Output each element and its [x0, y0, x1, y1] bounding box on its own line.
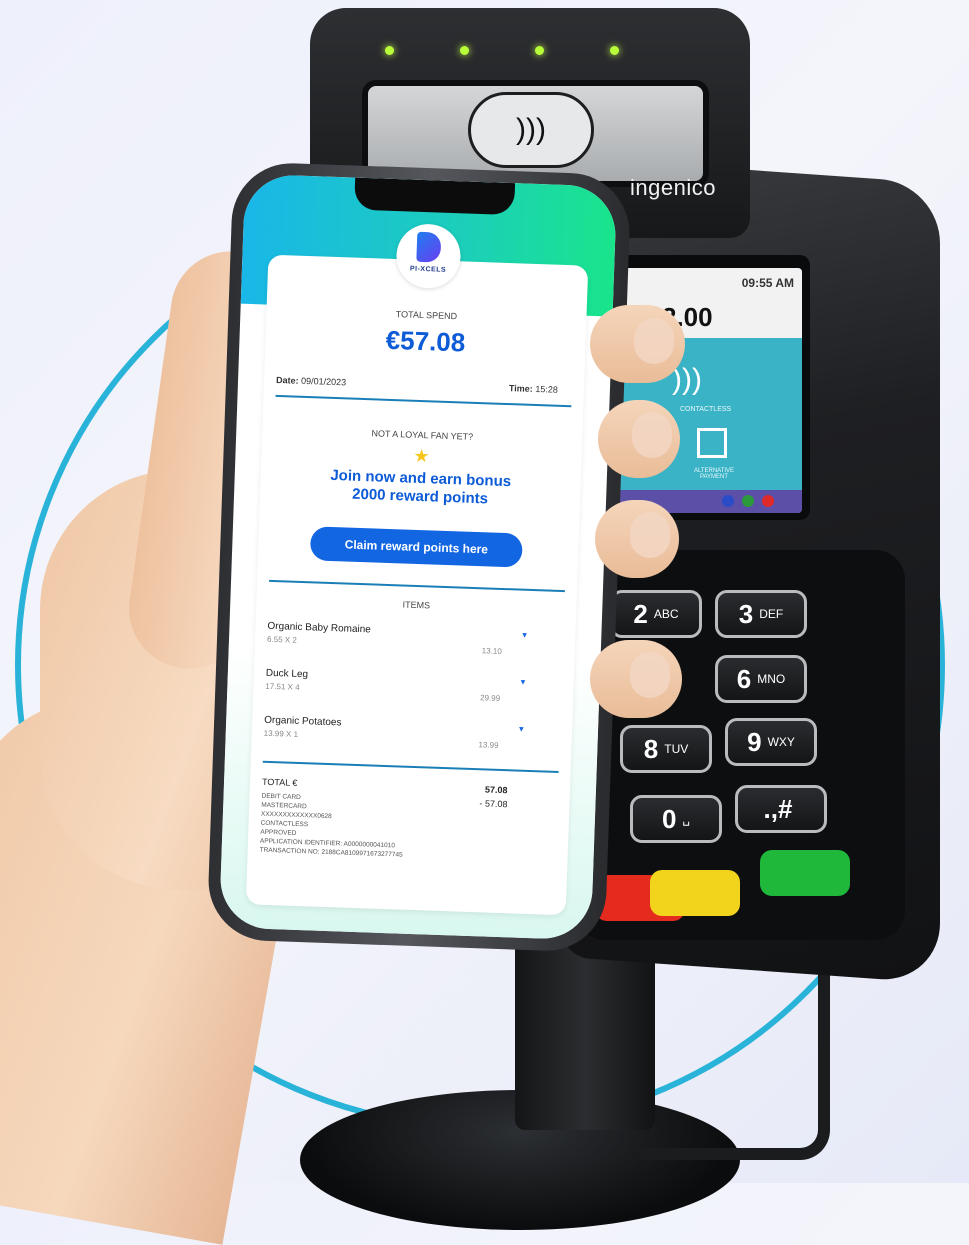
total-value: 57.08	[484, 784, 508, 796]
fingernail	[634, 318, 674, 364]
terminal-keypad: 2 ABC 3 DEF 6 MNO 8 TUV 9 WXY 0 ␣ .,#	[575, 550, 905, 940]
key-0[interactable]: 0 ␣	[630, 795, 722, 843]
item-name: Organic Potatoes	[264, 714, 342, 729]
screen-contactless-label: CONTACTLESS	[680, 406, 732, 413]
key-symbols[interactable]: .,#	[735, 785, 827, 833]
pi-xcels-logo-icon	[416, 231, 442, 263]
clear-key[interactable]	[650, 870, 740, 916]
key-6[interactable]: 6 MNO	[715, 655, 807, 703]
status-led	[610, 46, 619, 55]
item-name: Organic Baby Romaine	[267, 620, 372, 636]
brand-logo-text: PI-XCELS	[409, 265, 447, 274]
status-led	[385, 46, 394, 55]
status-led	[535, 46, 544, 55]
flag-icon	[722, 495, 734, 507]
claim-reward-button[interactable]: Claim reward points here	[309, 526, 523, 568]
item-quantity: 13.99 X 1	[263, 728, 299, 739]
total-label: TOTAL €	[261, 776, 298, 788]
key-8[interactable]: 8 TUV	[620, 725, 712, 773]
item-total: 29.99	[479, 693, 501, 703]
item-quantity: 6.55 X 2	[266, 634, 297, 645]
smartphone-screen: PI-XCELS TOTAL SPEND €57.08 Date: 09/01/…	[218, 173, 618, 941]
screen-time: 09:55 AM	[741, 276, 794, 290]
list-item[interactable]: Organic Potatoes 13.99 X 1 13.99 ▾	[263, 715, 560, 765]
screen-alternative-payment-label: ALTERNATIVE PAYMENT	[693, 468, 735, 480]
receipt-date: Date: 09/01/2023	[275, 374, 347, 388]
key-3[interactable]: 3 DEF	[715, 590, 807, 638]
items-heading: ITEMS	[402, 599, 431, 611]
flag-icon	[762, 495, 774, 507]
payment-details: DEBIT CARD MASTERCARD XXXXXXXXXXXXX0628 …	[260, 792, 482, 863]
item-total: 13.99	[478, 740, 499, 750]
payment-amount: - 57.08	[479, 798, 508, 810]
item-quantity: 17.51 X 4	[265, 681, 300, 692]
receipt-time: Time: 15:28	[508, 383, 558, 395]
key-2[interactable]: 2 ABC	[610, 590, 702, 638]
total-spend-amount: €57.08	[385, 324, 466, 358]
key-9[interactable]: 9 WXY	[725, 718, 817, 766]
list-item[interactable]: Duck Leg 17.51 X 4 29.99 ▾	[265, 668, 562, 718]
chevron-down-icon[interactable]: ▾	[521, 677, 526, 688]
fingernail	[630, 512, 670, 558]
enter-key[interactable]	[760, 850, 850, 896]
terminal-brand-logo: ingenico	[630, 175, 716, 200]
flag-icon	[742, 495, 754, 507]
fingernail	[630, 652, 670, 698]
digital-receipt-card: PI-XCELS TOTAL SPEND €57.08 Date: 09/01/…	[245, 223, 589, 916]
divider	[275, 394, 572, 408]
status-led	[460, 46, 469, 55]
item-name: Duck Leg	[265, 667, 309, 681]
fingernail	[632, 412, 672, 458]
list-item[interactable]: Organic Baby Romaine 6.55 X 2 13.10 ▾	[266, 621, 563, 671]
chevron-down-icon[interactable]: ▾	[522, 630, 527, 641]
divider	[269, 579, 565, 593]
phone-notch	[354, 177, 516, 216]
qr-code-icon	[697, 428, 727, 458]
contactless-icon: )))	[468, 92, 594, 168]
item-total: 13.10	[481, 646, 502, 656]
chevron-down-icon[interactable]: ▾	[519, 724, 524, 735]
